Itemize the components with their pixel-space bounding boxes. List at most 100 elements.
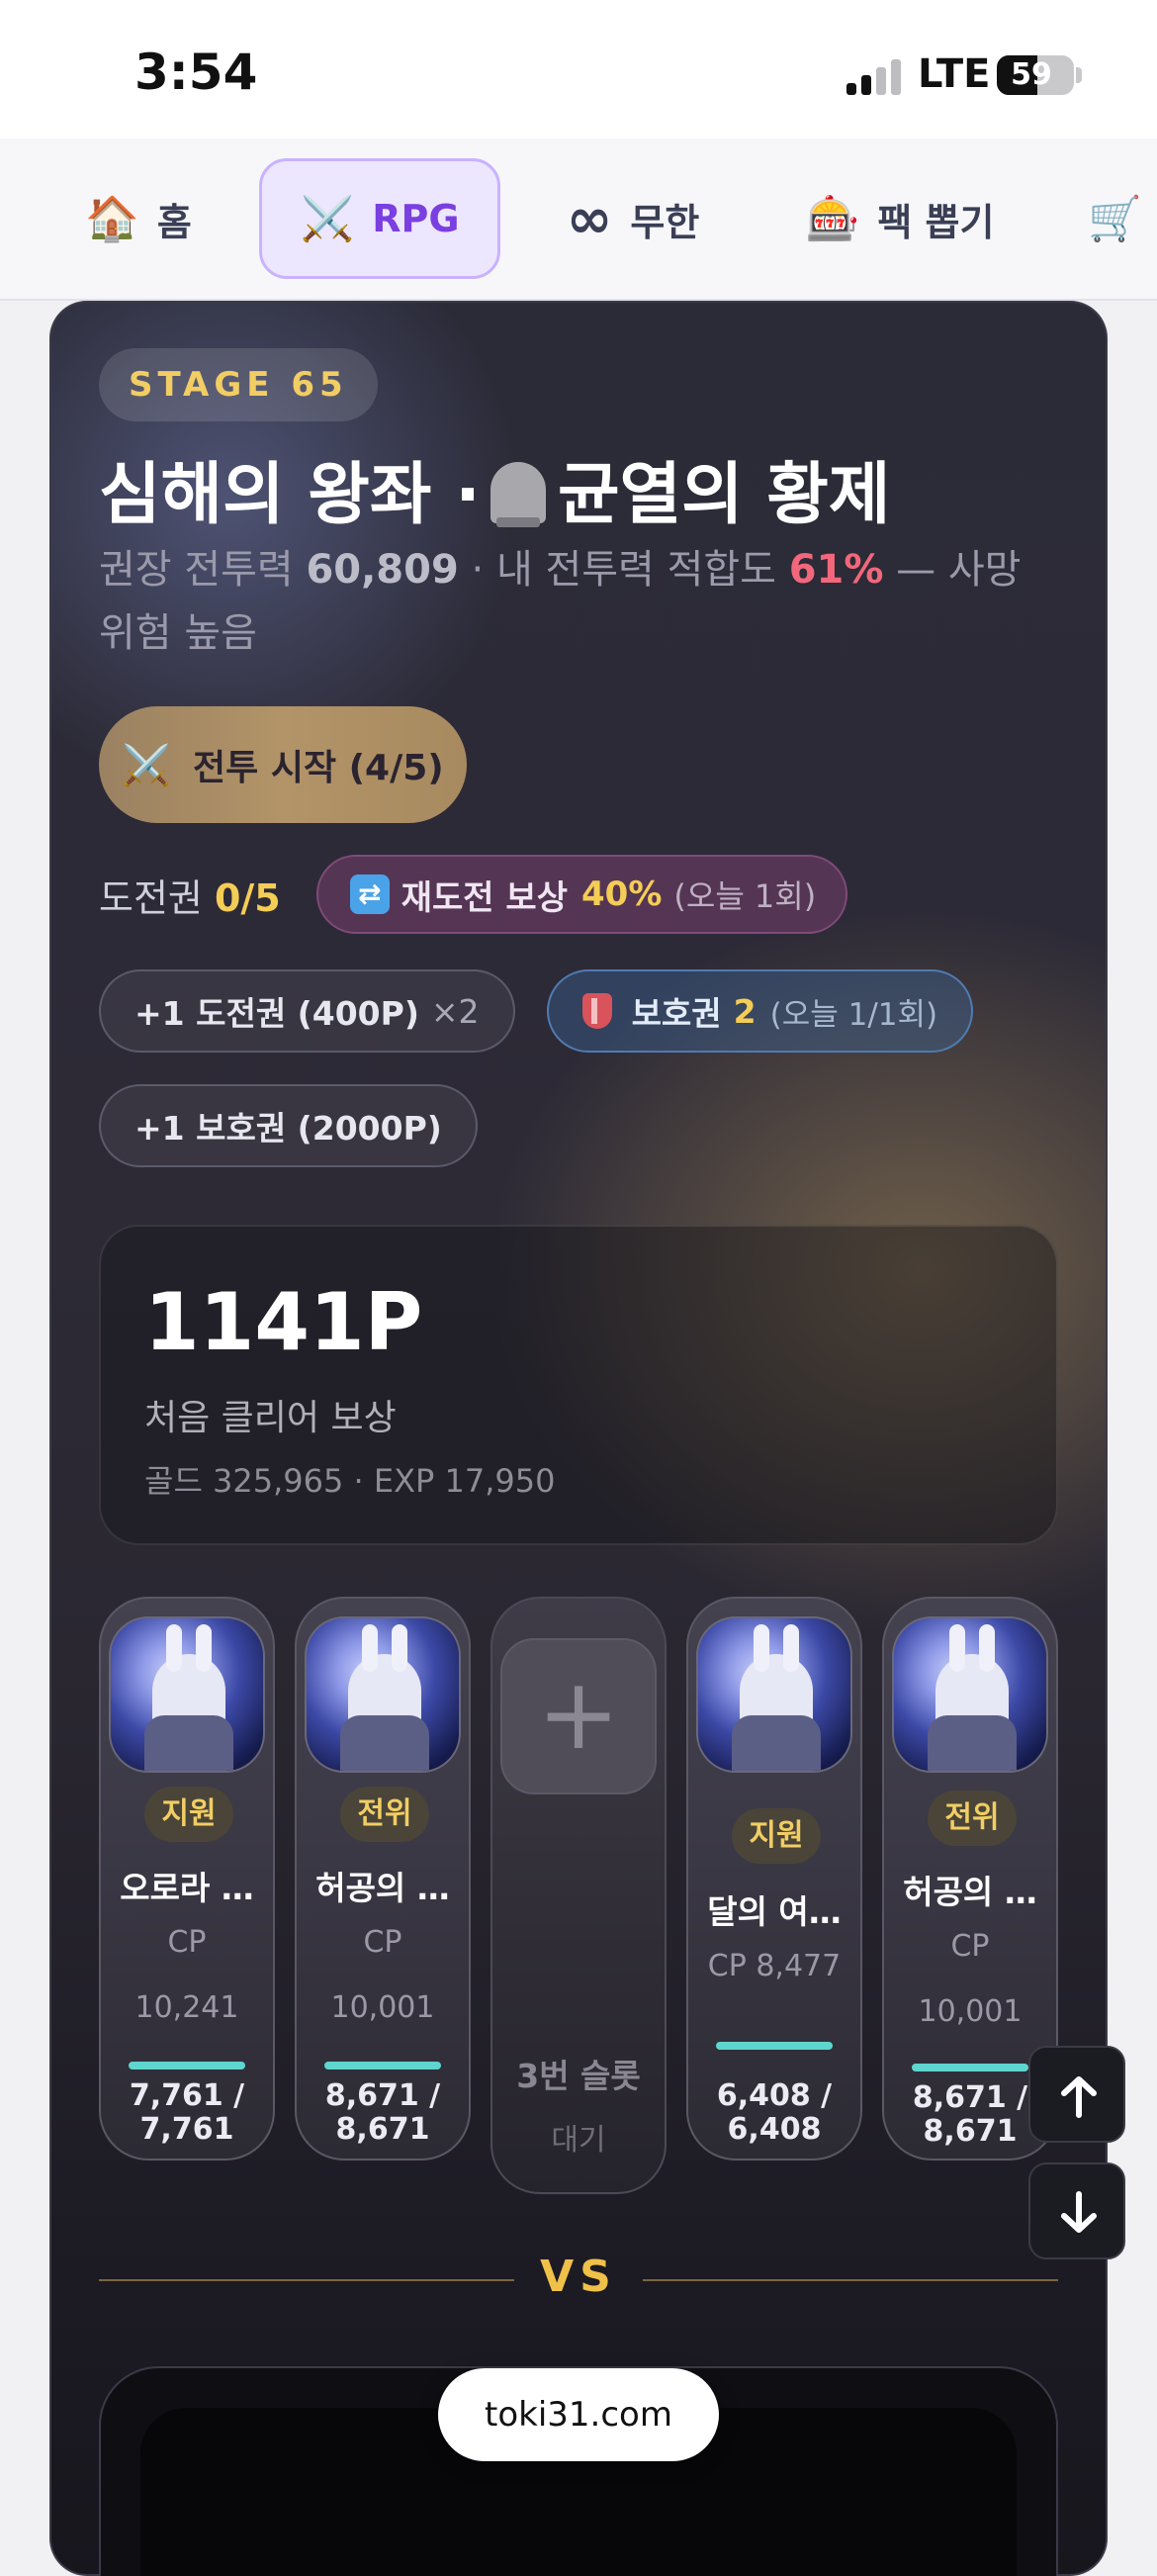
stage-title: 심해의 왕좌 · 균열의 황제 [99, 439, 1068, 537]
character-portrait [109, 1616, 265, 1773]
status-time: 3:54 [134, 44, 258, 101]
party-slot-3-empty[interactable]: + 3번 슬롯 대기 [490, 1597, 667, 2194]
hp-max: 7,761 [139, 2112, 234, 2147]
buy-ticket-multiplier: ×2 [430, 991, 480, 1031]
ticket-value: 0/5 [214, 875, 281, 920]
buy-shield-button[interactable]: +1 보호권 (2000P) [99, 1084, 478, 1167]
retry-label: 재도전 보상 [400, 877, 568, 918]
role-badge: 지원 [144, 1787, 233, 1842]
arrow-up-icon [1061, 2076, 1097, 2118]
character-cp: 10,001 [330, 1990, 435, 2025]
purchase-row: +1 도전권 (400P) ×2 보호권 2 (오늘 1/1회) [99, 969, 974, 1053]
tab-shop[interactable]: 🛒 [1088, 158, 1157, 279]
first-clear-reward: 1141P 처음 클리어 보상 골드 325,965 · EXP 17,950 [99, 1225, 1058, 1545]
ticket-count: 도전권 0/5 [99, 868, 281, 922]
vs-divider: VS [99, 2250, 1058, 2309]
tab-pack-draw-label: 팩 뽑기 [877, 200, 995, 244]
shield-purchase-row: +1 보호권 (2000P) [99, 1084, 478, 1167]
hp-bar [716, 2042, 833, 2050]
character-cp: 10,241 [134, 1990, 239, 2025]
tab-pack-draw[interactable]: 🎰 팩 뽑기 [791, 158, 1009, 279]
shield-label: 보호권 [631, 994, 722, 1033]
party-slot-4[interactable]: 지원 달의 여… CP 8,477 6,408 / 6,408 [686, 1597, 862, 2161]
stage-subtitle: 권장 전투력 60,809 · 내 전투력 적합도 61% — 사망 위험 높음 [99, 538, 1068, 665]
battery-tip [1076, 67, 1082, 83]
stage-title-prefix: 심해의 왕좌 · [99, 456, 481, 534]
party-slot-2[interactable]: 전위 허공의 … CP 10,001 8,671 / 8,671 [295, 1597, 471, 2161]
fitness-percent: 61% [788, 547, 884, 593]
character-name: 허공의 … [903, 1873, 1037, 1911]
url-bar[interactable]: toki31.com [438, 2368, 719, 2461]
character-portrait [696, 1616, 852, 1773]
ticket-row: 도전권 0/5 ⇄ 재도전 보상 40% (오늘 1회) [99, 855, 848, 934]
network-type: LTE [918, 51, 991, 97]
tab-rpg-label: RPG [372, 197, 460, 240]
shield-count: 2 [733, 991, 756, 1031]
hp-bar [912, 2064, 1028, 2071]
retry-note: (오늘 1회) [673, 877, 817, 915]
tab-home[interactable]: 🏠 홈 [59, 158, 218, 279]
scroll-top-button[interactable] [1028, 2046, 1125, 2143]
character-name: 허공의 … [315, 1869, 450, 1907]
subtitle-text-1: 권장 전투력 [99, 547, 294, 593]
signal-icon [846, 59, 902, 95]
shield-badge[interactable]: 보호권 2 (오늘 1/1회) [546, 969, 974, 1053]
reward-label: 처음 클리어 보상 [144, 1398, 397, 1438]
house-icon: 🏠 [85, 194, 139, 244]
character-name: 오로라 … [120, 1869, 254, 1907]
character-cp-label: CP 8,477 [707, 1949, 842, 1983]
stage-title-suffix: 균열의 황제 [557, 456, 891, 534]
scroll-bottom-button[interactable] [1028, 2162, 1125, 2259]
hp-current: 8,671 / [324, 2078, 441, 2113]
role-badge: 전위 [928, 1791, 1017, 1846]
recommended-power: 60,809 [306, 547, 459, 593]
character-cp-label: CP [167, 1925, 207, 1960]
shield-note: (오늘 1/1회) [769, 996, 938, 1033]
reward-detail: 골드 325,965 · EXP 17,950 [144, 1462, 556, 1500]
hp-bar [129, 2062, 245, 2070]
buy-ticket-label: +1 도전권 (400P) [134, 994, 419, 1033]
crossed-swords-icon: ⚔️ [300, 194, 355, 244]
character-cp-label: CP [950, 1929, 990, 1964]
buy-shield-label: +1 보호권 (2000P) [134, 1109, 442, 1148]
battery-level: 59 [1011, 57, 1052, 92]
repeat-icon: ⇄ [349, 874, 390, 914]
buy-ticket-button[interactable]: +1 도전권 (400P) ×2 [99, 969, 515, 1053]
cart-icon: 🛒 [1088, 194, 1142, 244]
infinity-icon: ∞ [566, 186, 613, 251]
battery-icon: 59 [997, 55, 1074, 95]
retry-percent: 40% [581, 874, 663, 914]
crossed-swords-icon: ⚔️ [122, 742, 172, 788]
reward-amount: 1141P [144, 1276, 423, 1368]
arrow-down-icon [1061, 2191, 1097, 2233]
empty-slot-status: 대기 [551, 2123, 606, 2158]
character-portrait [892, 1616, 1048, 1773]
tab-infinite[interactable]: ∞ 무한 [534, 158, 732, 279]
party-slot-1[interactable]: 지원 오로라 … CP 10,241 7,761 / 7,761 [99, 1597, 275, 2161]
start-battle-label: 전투 시작 (4/5) [193, 748, 444, 788]
add-character-icon[interactable]: + [500, 1638, 657, 1794]
empty-slot-label: 3번 슬롯 [516, 2057, 641, 2095]
top-nav: 🏠 홈 ⚔️ RPG ∞ 무한 🎰 팩 뽑기 🛒 [0, 138, 1157, 301]
hp-max: 8,671 [335, 2112, 430, 2147]
hp-current: 6,408 / [716, 2078, 833, 2113]
ticket-label: 도전권 [99, 875, 203, 920]
character-portrait [305, 1616, 461, 1773]
stage-card: STAGE 65 심해의 왕좌 · 균열의 황제 권장 전투력 60,809 · … [49, 301, 1108, 2576]
shield-icon [581, 993, 612, 1029]
hp-current: 7,761 / [129, 2078, 245, 2113]
character-cp-label: CP [363, 1925, 402, 1960]
role-badge: 전위 [340, 1787, 429, 1842]
tab-rpg[interactable]: ⚔️ RPG [259, 158, 500, 279]
stage-badge: STAGE 65 [99, 348, 378, 421]
subtitle-text-2: · 내 전투력 적합도 [471, 547, 776, 593]
hp-bar [324, 2062, 441, 2070]
tab-infinite-label: 무한 [630, 200, 700, 244]
retry-reward-badge: ⇄ 재도전 보상 40% (오늘 1회) [315, 855, 848, 934]
status-bar: 3:54 LTE 59 [0, 0, 1157, 138]
vs-label: VS [540, 2252, 617, 2302]
role-badge: 지원 [732, 1808, 821, 1864]
hp-max: 6,408 [727, 2112, 822, 2147]
start-battle-button[interactable]: ⚔️ 전투 시작 (4/5) [99, 706, 467, 823]
character-name: 달의 여… [707, 1892, 842, 1931]
